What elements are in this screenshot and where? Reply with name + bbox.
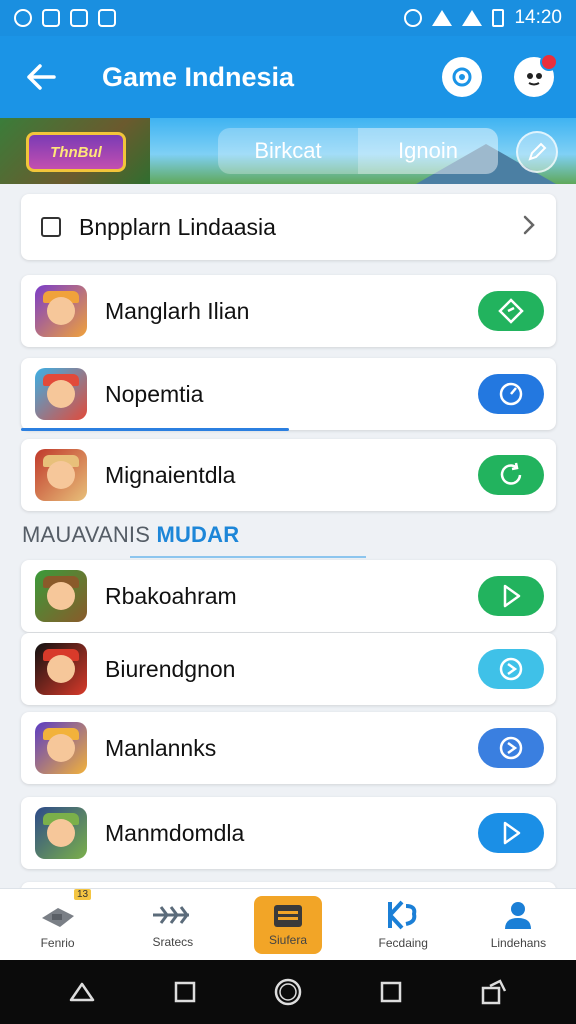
game-thumbnail — [35, 570, 87, 622]
active-tab-highlight: Siufera — [254, 895, 322, 954]
system-back-button[interactable] — [62, 972, 102, 1012]
tab-ignoin[interactable]: Ignoin — [358, 128, 498, 174]
play-circle-icon — [499, 736, 523, 760]
nav-label: Fenrio — [40, 935, 75, 950]
chevron-right-icon — [522, 214, 536, 241]
back-arrow-icon[interactable] — [22, 58, 60, 96]
select-all-row[interactable]: Bnpplarn Lindaasia — [21, 194, 556, 260]
sync-icon — [500, 462, 522, 485]
status-bar: 14:20 — [0, 0, 576, 36]
game-name: Mignaientdla — [105, 461, 236, 488]
mail-notification-icon — [98, 9, 116, 27]
diamond-play-icon — [498, 298, 524, 324]
count-badge: 13 — [74, 889, 92, 900]
nav-fecdaing[interactable]: Fecdaing — [346, 889, 461, 960]
segmented-control: Birkcat Ignoin — [218, 128, 498, 174]
rotate-screen-icon — [482, 979, 507, 1005]
fish-icon — [152, 905, 189, 924]
list-item[interactable]: Mignaientdla — [21, 439, 556, 511]
triangle-back-icon — [69, 982, 94, 1002]
gamepad-icon — [41, 907, 74, 927]
list-item[interactable]: Rbakoahram — [21, 560, 556, 632]
list-item[interactable]: Manglarh Ilian — [21, 275, 556, 347]
nav-sratecs[interactable]: Sratecs — [115, 889, 230, 960]
play-icon — [503, 584, 521, 608]
nav-label: Sratecs — [152, 934, 194, 949]
edit-button[interactable] — [516, 131, 558, 173]
list-item[interactable]: Manlannks — [21, 712, 556, 784]
update-button[interactable] — [478, 455, 544, 495]
game-thumbnail — [35, 449, 87, 501]
system-recents-button[interactable] — [165, 972, 205, 1012]
nav-fenrio[interactable]: 13 Fenrio — [0, 889, 115, 960]
square-icon — [380, 981, 402, 1003]
play-button[interactable] — [478, 291, 544, 331]
profile-button[interactable] — [514, 53, 558, 97]
system-navigation-bar — [0, 960, 576, 1024]
pencil-icon — [528, 142, 547, 161]
list-item[interactable]: Nopemtia — [21, 358, 556, 431]
refresh-icon — [499, 382, 523, 406]
section-header: MAUAVANIS MUDAR — [22, 522, 239, 548]
nav-label: Siufera — [268, 932, 308, 947]
banner: ThnBul Birkcat Ignoin — [0, 118, 576, 184]
refresh-button[interactable] — [478, 374, 544, 414]
play-button[interactable] — [478, 813, 544, 853]
download-progress-bar — [21, 428, 289, 431]
game-name: Nopemtia — [105, 380, 204, 407]
notification-badge — [540, 53, 558, 71]
game-name: Manlannks — [105, 734, 217, 761]
game-thumbnail — [35, 285, 87, 337]
wifi-icon — [432, 10, 453, 26]
section-underline — [130, 556, 366, 558]
game-thumbnail — [35, 722, 87, 774]
status-time: 14:20 — [514, 7, 562, 28]
list-item[interactable]: Biurendgnon — [21, 633, 556, 705]
play-icon — [503, 821, 521, 845]
play-button[interactable] — [478, 649, 544, 689]
square-icon — [174, 981, 196, 1003]
game-list: Bnpplarn Lindaasia Manglarh Ilian Nopemt… — [0, 184, 576, 888]
checkbox[interactable] — [41, 217, 61, 237]
nav-lindehans[interactable]: Lindehans — [461, 889, 576, 960]
game-name: Rbakoahram — [105, 582, 237, 609]
settings-button[interactable] — [442, 57, 482, 97]
location-icon — [404, 9, 423, 27]
system-rotate-button[interactable] — [474, 972, 514, 1012]
tab-birkcat[interactable]: Birkcat — [218, 128, 358, 174]
game-banner-art: ThnBul — [0, 118, 150, 184]
k-logo-icon — [388, 900, 417, 929]
list-item[interactable]: Manmdomdla — [21, 797, 556, 869]
page-title: Game Indnesia — [102, 61, 295, 92]
signal-icon — [462, 10, 483, 26]
game-thumbnail — [35, 643, 87, 695]
game-thumbnail — [35, 807, 87, 859]
gear-icon — [452, 67, 472, 87]
notification-icon — [14, 9, 32, 27]
section-accent-label: MUDAR — [156, 522, 240, 547]
play-button[interactable] — [478, 576, 544, 616]
play-button[interactable] — [478, 728, 544, 768]
home-circle-icon — [274, 978, 302, 1006]
profile-icon — [505, 901, 532, 929]
app-bar: Game Indnesia — [0, 36, 576, 118]
select-all-label: Bnpplarn Lindaasia — [79, 213, 276, 240]
app-notification-icon — [42, 9, 60, 27]
nav-label: Fecdaing — [378, 935, 428, 950]
system-overview-button[interactable] — [371, 972, 411, 1012]
game-name: Manmdomdla — [105, 819, 245, 846]
play-circle-icon — [499, 657, 523, 681]
game-thumbnail — [35, 368, 87, 420]
section-label: MAUAVANIS — [22, 522, 151, 547]
game-name: Manglarh Ilian — [105, 297, 250, 324]
game-name: Biurendgnon — [105, 655, 236, 682]
nav-siufera[interactable]: Siufera — [230, 889, 345, 960]
system-home-button[interactable] — [268, 972, 308, 1012]
battery-icon — [492, 9, 505, 27]
list-icon — [274, 904, 302, 927]
nav-label: Lindehans — [490, 935, 547, 950]
bottom-navigation: 13 Fenrio Sratecs Siufera Fecdaing Linde… — [0, 888, 576, 960]
game-logo: ThnBul — [26, 132, 126, 172]
gallery-notification-icon — [70, 9, 88, 27]
